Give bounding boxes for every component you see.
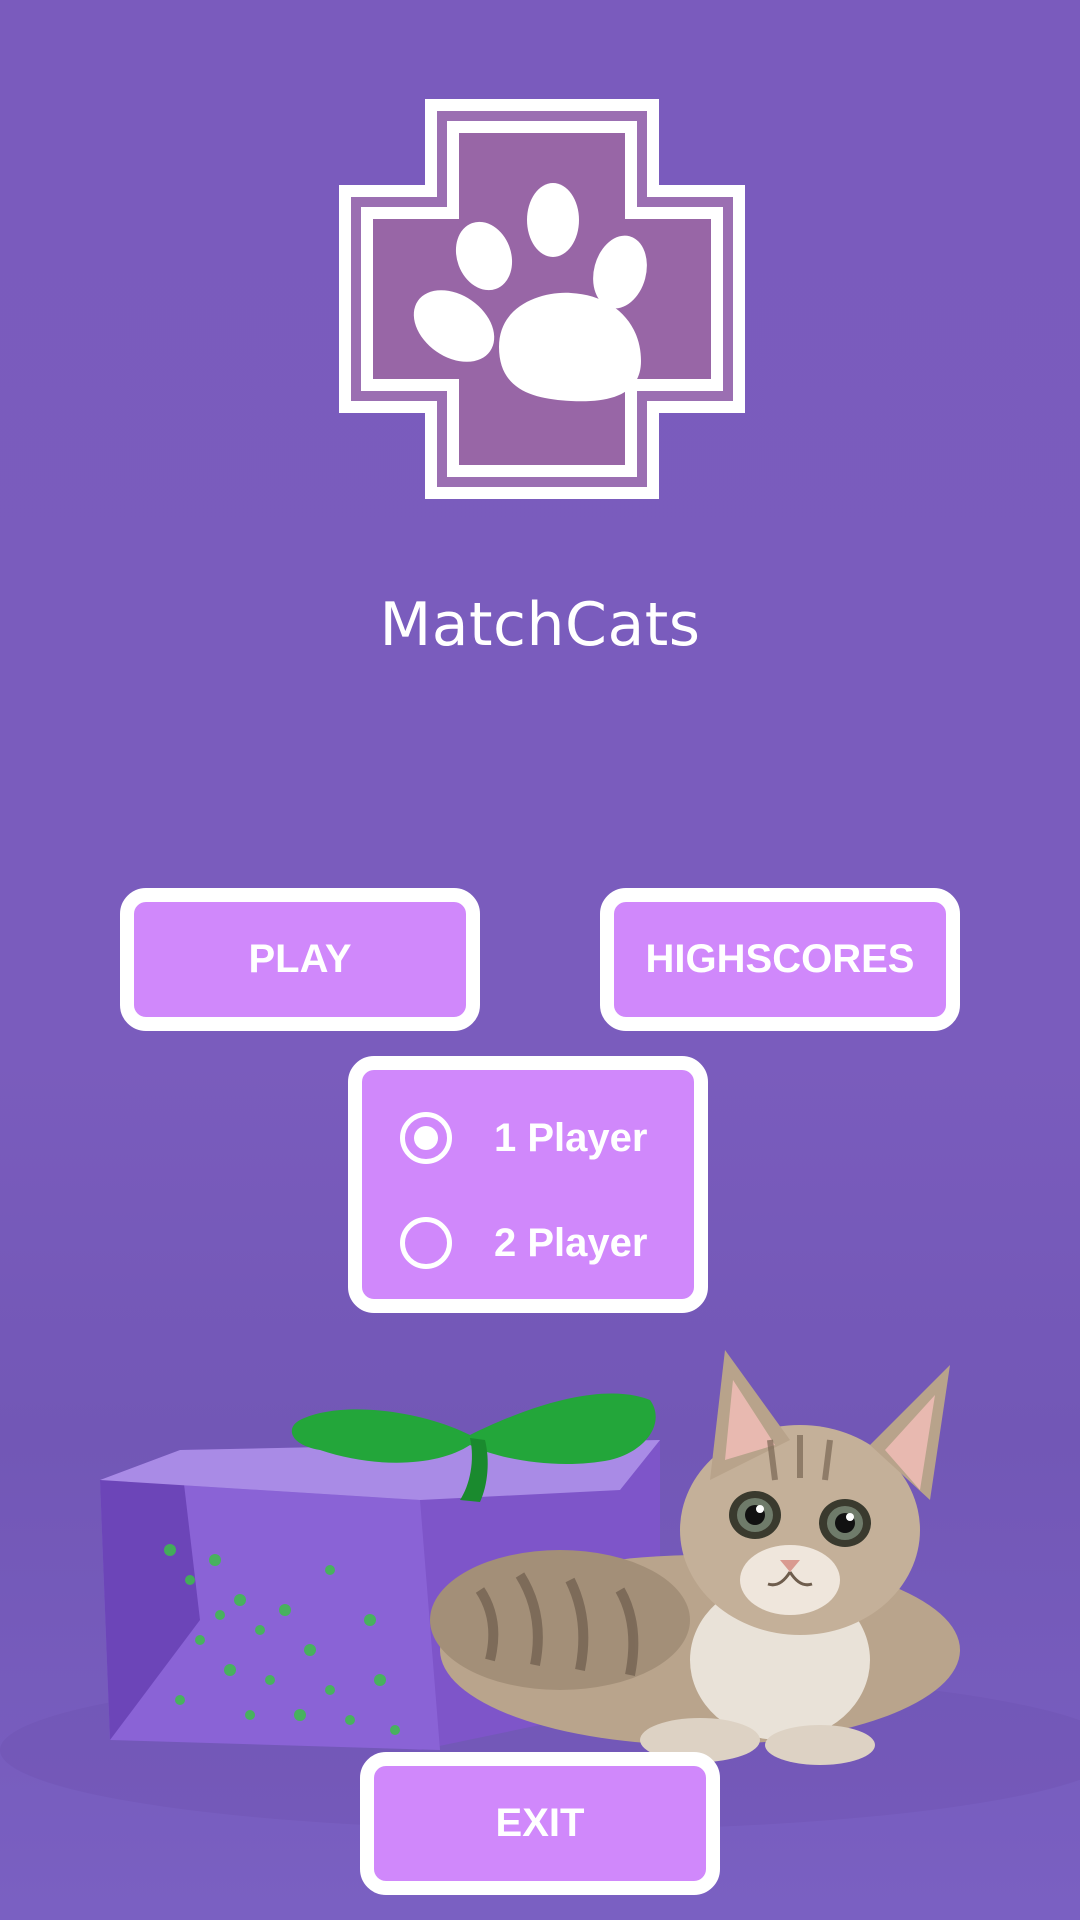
- app-title: MatchCats: [379, 590, 701, 660]
- radio-checked-icon[interactable]: [400, 1112, 452, 1164]
- radio-label: 2 Player: [494, 1220, 648, 1265]
- player-mode-selector: 1 Player 2 Player: [348, 1056, 708, 1313]
- radio-option-2-player[interactable]: 2 Player: [400, 1217, 647, 1269]
- radio-label: 1 Player: [494, 1115, 648, 1160]
- paw-cross-icon: [339, 99, 745, 499]
- play-button[interactable]: PLAY: [120, 888, 480, 1031]
- exit-button[interactable]: EXIT: [360, 1752, 720, 1895]
- radio-option-1-player[interactable]: 1 Player: [400, 1112, 647, 1164]
- radio-unchecked-icon[interactable]: [400, 1217, 452, 1269]
- highscores-button[interactable]: HIGHSCORES: [600, 888, 960, 1031]
